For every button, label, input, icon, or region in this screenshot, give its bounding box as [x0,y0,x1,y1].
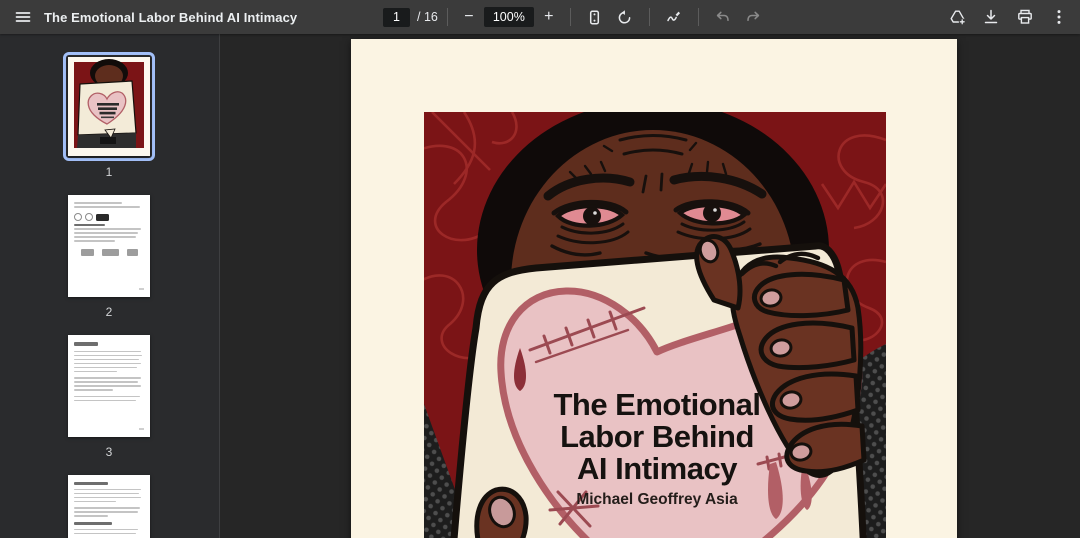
save-to-drive-icon [948,8,967,27]
toolbar-right-group [942,0,1074,34]
page-count-label: / 16 [417,10,438,24]
download-icon [982,8,1000,26]
thumbnail-page-2[interactable] [68,195,150,297]
zoom-in-button[interactable]: + [537,3,561,31]
more-options-button[interactable] [1044,2,1074,32]
cc-license-icons [74,213,144,221]
thumbnail-1-cover-art [68,57,150,156]
zoom-level-value[interactable]: 100% [484,7,534,27]
thumbnail-sidebar: 1 2 [0,34,220,538]
zoom-out-button[interactable]: − [457,3,481,31]
print-icon [1016,8,1034,26]
rotate-counterclockwise-button[interactable] [610,2,640,32]
cover-title-line-1: The Emotional [553,387,760,422]
thumbnail-2-page [68,195,150,297]
print-button[interactable] [1010,2,1040,32]
cover-author: Michael Geoffrey Asia [576,491,738,508]
toolbar-separator [698,8,699,26]
more-options-icon [1050,8,1068,26]
undo-icon [714,8,732,26]
thumbnail-1-label: 1 [68,165,150,179]
redo-icon [744,8,762,26]
annotate-icon [665,8,683,26]
thumbnail-page-4[interactable] [68,475,150,538]
redo-button[interactable] [738,2,768,32]
toolbar-center-group: / 16 − 100% + [383,0,768,34]
fit-page-icon [586,9,603,26]
rotate-ccw-icon [616,9,633,26]
thumbnail-2-label: 2 [68,305,150,319]
left-thumb [477,489,526,538]
pdf-toolbar: The Emotional Labor Behind AI Intimacy /… [0,0,1080,34]
toolbar-separator [570,8,571,26]
save-to-drive-button[interactable] [942,2,972,32]
cover-title-line-2: Labor Behind [560,419,754,454]
thumbnail-1-page [68,57,150,156]
fit-page-button[interactable] [580,2,610,32]
document-title: The Emotional Labor Behind AI Intimacy [44,10,297,25]
publisher-logos [74,249,144,256]
cover-title-line-3: AI Intimacy [577,451,738,486]
viewer-content: 1 2 [0,34,1080,538]
toolbar-separator [649,8,650,26]
thumbnail-page-1[interactable] [68,57,150,156]
thumbnail-3-page [68,335,150,437]
menu-icon [14,8,32,26]
pdf-page-1: The Emotional Labor Behind AI Intimacy M… [351,39,957,538]
menu-button[interactable] [8,2,38,32]
page-number-input[interactable] [383,8,410,27]
thumbnail-3-label: 3 [68,445,150,459]
download-button[interactable] [976,2,1006,32]
toolbar-separator [447,8,448,26]
thumbnail-4-page [68,475,150,538]
toolbar-left-group: The Emotional Labor Behind AI Intimacy [0,0,297,34]
annotate-button[interactable] [659,2,689,32]
cover-illustration: The Emotional Labor Behind AI Intimacy M… [424,112,886,538]
thumbnail-page-3[interactable] [68,335,150,437]
undo-button[interactable] [708,2,738,32]
document-viewport[interactable]: The Emotional Labor Behind AI Intimacy M… [220,34,1080,538]
